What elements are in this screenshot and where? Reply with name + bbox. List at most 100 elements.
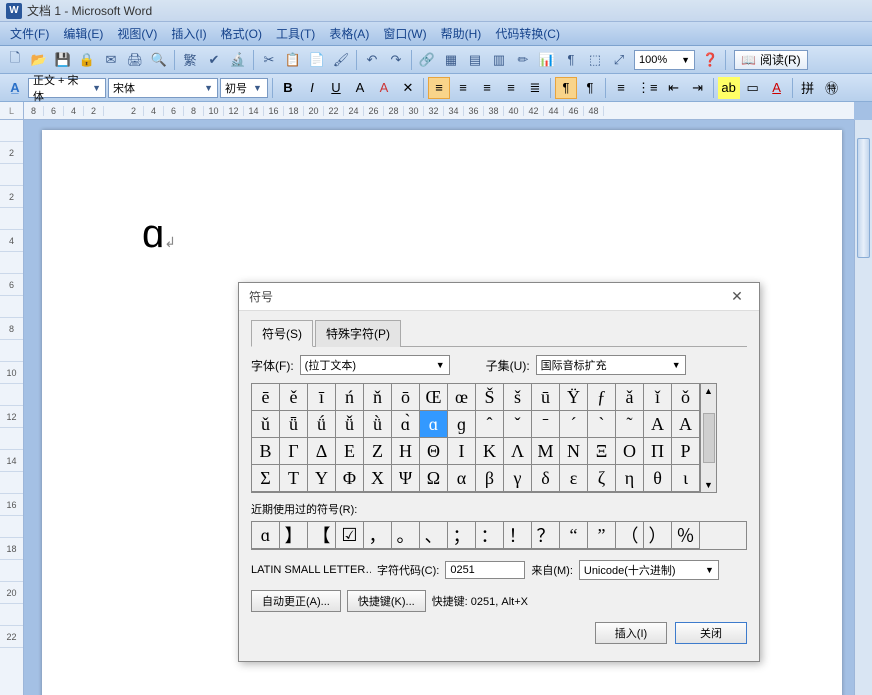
- read-button[interactable]: 📖阅读(R): [734, 50, 808, 70]
- char-cell[interactable]: Β: [251, 437, 280, 465]
- menu-table[interactable]: 表格(A): [323, 23, 375, 44]
- font-select[interactable]: (拉丁文本)▼: [300, 355, 450, 375]
- char-cell[interactable]: Œ: [419, 383, 448, 411]
- outdent-button[interactable]: ⇤: [663, 77, 685, 99]
- char-cell[interactable]: Υ: [307, 464, 336, 492]
- save-icon[interactable]: 💾: [52, 49, 74, 71]
- char-cell[interactable]: Τ: [279, 464, 308, 492]
- bullets-button[interactable]: ⋮≡: [634, 77, 661, 99]
- align-left-button[interactable]: ≡: [428, 77, 450, 99]
- recent-cell[interactable]: ）: [643, 521, 672, 549]
- ltr-button[interactable]: ¶: [555, 77, 577, 99]
- recent-cell[interactable]: 、: [419, 521, 448, 549]
- char-cell[interactable]: Φ: [335, 464, 364, 492]
- char-cell[interactable]: Ξ: [587, 437, 616, 465]
- indent-button[interactable]: ⇥: [687, 77, 709, 99]
- char-cell[interactable]: ɡ: [447, 410, 476, 438]
- char-cell[interactable]: ˊ: [559, 410, 588, 438]
- char-cell[interactable]: Ρ: [671, 437, 700, 465]
- font-combo[interactable]: 宋体▼: [108, 78, 218, 98]
- recent-cell[interactable]: “: [559, 521, 588, 549]
- char-cell[interactable]: ˜: [615, 410, 644, 438]
- code-input[interactable]: 0251: [445, 561, 525, 579]
- char-cell[interactable]: Ι: [447, 437, 476, 465]
- research-icon[interactable]: 🔬: [227, 49, 249, 71]
- grid-scrollbar[interactable]: ▲ ▼: [701, 383, 717, 493]
- recent-cell[interactable]: ：: [475, 521, 504, 549]
- char-cell[interactable]: Χ: [363, 464, 392, 492]
- dialog-titlebar[interactable]: 符号 ✕: [239, 283, 759, 311]
- phonetic-button[interactable]: 拼: [797, 77, 819, 99]
- recent-cell[interactable]: ％: [671, 521, 700, 549]
- recent-cell[interactable]: ”: [587, 521, 616, 549]
- recent-cell[interactable]: 【: [307, 521, 336, 549]
- char-cell[interactable]: Ο: [615, 437, 644, 465]
- insert-button[interactable]: 插入(I): [595, 622, 667, 644]
- char-cell[interactable]: ˆ: [475, 410, 504, 438]
- char-cell[interactable]: ň: [363, 383, 392, 411]
- undo-icon[interactable]: ↶: [361, 49, 383, 71]
- styles-icon[interactable]: A̲: [4, 77, 26, 99]
- underline-button[interactable]: U: [325, 77, 347, 99]
- char-cell[interactable]: ˉ: [531, 410, 560, 438]
- char-cell[interactable]: Μ: [531, 437, 560, 465]
- docmap-icon[interactable]: ¶: [560, 49, 582, 71]
- char-cell[interactable]: Ν: [559, 437, 588, 465]
- char-cell[interactable]: ɑ: [419, 410, 448, 438]
- char-cell[interactable]: β: [475, 464, 504, 492]
- char-cell[interactable]: ǐ: [643, 383, 672, 411]
- char-cell[interactable]: ǔ: [251, 410, 280, 438]
- char-cell[interactable]: š: [503, 383, 532, 411]
- show-icon[interactable]: ⬚: [584, 49, 606, 71]
- char-cell[interactable]: ǒ: [671, 383, 700, 411]
- char-cell[interactable]: ˇ: [503, 410, 532, 438]
- numbering-button[interactable]: ≡: [610, 77, 632, 99]
- italic-button[interactable]: I: [301, 77, 323, 99]
- scroll-down-icon[interactable]: ▼: [704, 480, 713, 490]
- char-cell[interactable]: Σ: [251, 464, 280, 492]
- recent-grid[interactable]: ɑ】【☑，。、；：！？“”（）％: [251, 521, 747, 550]
- bold-button[interactable]: B: [277, 77, 299, 99]
- recent-cell[interactable]: （: [615, 521, 644, 549]
- charscale-button[interactable]: ✕: [397, 77, 419, 99]
- char-cell[interactable]: Ÿ: [559, 383, 588, 411]
- char-cell[interactable]: Ζ: [363, 437, 392, 465]
- rtl-button[interactable]: ¶: [579, 77, 601, 99]
- char-cell[interactable]: ε: [559, 464, 588, 492]
- char-cell[interactable]: Κ: [475, 437, 504, 465]
- paste-icon[interactable]: 📄: [306, 49, 328, 71]
- scroll-thumb[interactable]: [857, 138, 870, 258]
- copy-icon[interactable]: 📋: [282, 49, 304, 71]
- horizontal-ruler[interactable]: 8642246810121416182022242628303234363840…: [24, 102, 854, 120]
- vertical-scrollbar[interactable]: [854, 120, 872, 695]
- drawing-icon[interactable]: ✏: [512, 49, 534, 71]
- char-cell[interactable]: ι: [671, 464, 700, 492]
- chart-icon[interactable]: 📊: [536, 49, 558, 71]
- char-cell[interactable]: ɑ̀: [391, 410, 420, 438]
- charfmt-button[interactable]: A: [373, 77, 395, 99]
- recent-cell[interactable]: ☑: [335, 521, 364, 549]
- border-button[interactable]: ▭: [742, 77, 764, 99]
- char-cell[interactable]: Π: [643, 437, 672, 465]
- char-grid[interactable]: ēěīńňōŒœŠšūŸƒǎǐǒǔǖǘǚǜɑ̀ɑɡˆˇˉˊˋ˜ΑΑΒΓΔΕΖΗΘ…: [251, 383, 701, 493]
- excel-icon[interactable]: ▤: [464, 49, 486, 71]
- char-cell[interactable]: ō: [391, 383, 420, 411]
- recent-cell[interactable]: 。: [391, 521, 420, 549]
- document-body[interactable]: ɑ↲: [142, 210, 176, 257]
- recent-cell[interactable]: ？: [531, 521, 560, 549]
- menu-insert[interactable]: 插入(I): [165, 23, 212, 44]
- menu-window[interactable]: 窗口(W): [377, 23, 432, 44]
- mail-icon[interactable]: ✉: [100, 49, 122, 71]
- align-center-button[interactable]: ≡: [452, 77, 474, 99]
- char-cell[interactable]: Γ: [279, 437, 308, 465]
- char-cell[interactable]: ƒ: [587, 383, 616, 411]
- painter-icon[interactable]: 🖌: [330, 49, 352, 71]
- char-cell[interactable]: Α: [671, 410, 700, 438]
- char-cell[interactable]: η: [615, 464, 644, 492]
- char-cell[interactable]: Λ: [503, 437, 532, 465]
- char-cell[interactable]: δ: [531, 464, 560, 492]
- spell-icon[interactable]: ✔: [203, 49, 225, 71]
- align-right-button[interactable]: ≡: [476, 77, 498, 99]
- char-cell[interactable]: ě: [279, 383, 308, 411]
- distribute-button[interactable]: ≣: [524, 77, 546, 99]
